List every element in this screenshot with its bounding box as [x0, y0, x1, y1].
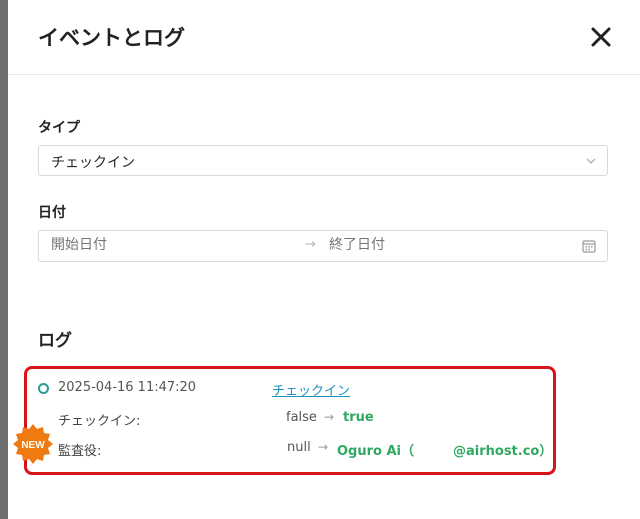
close-icon	[591, 27, 611, 47]
date-range-picker: →	[38, 230, 608, 262]
date-range-separator: →	[305, 237, 316, 252]
events-log-modal: イベントとログ タイプ チェックイン 日付 → ログ	[8, 0, 640, 519]
log-section-title: ログ	[38, 331, 72, 351]
modal-header: イベントとログ	[8, 0, 640, 75]
type-label: タイプ	[38, 120, 80, 136]
highlight-frame	[24, 366, 556, 475]
modal-backdrop	[0, 0, 8, 519]
new-badge-icon: NEW	[13, 424, 53, 464]
type-select[interactable]: チェックイン	[38, 145, 608, 176]
new-badge-label: NEW	[21, 440, 45, 451]
close-button[interactable]	[588, 24, 614, 50]
modal-title: イベントとログ	[38, 26, 185, 50]
calendar-icon[interactable]	[582, 239, 596, 253]
type-select-value: チェックイン	[51, 155, 135, 171]
date-label: 日付	[38, 205, 66, 221]
chevron-down-icon	[586, 158, 596, 164]
end-date-input[interactable]	[329, 237, 529, 253]
start-date-input[interactable]	[51, 237, 251, 253]
